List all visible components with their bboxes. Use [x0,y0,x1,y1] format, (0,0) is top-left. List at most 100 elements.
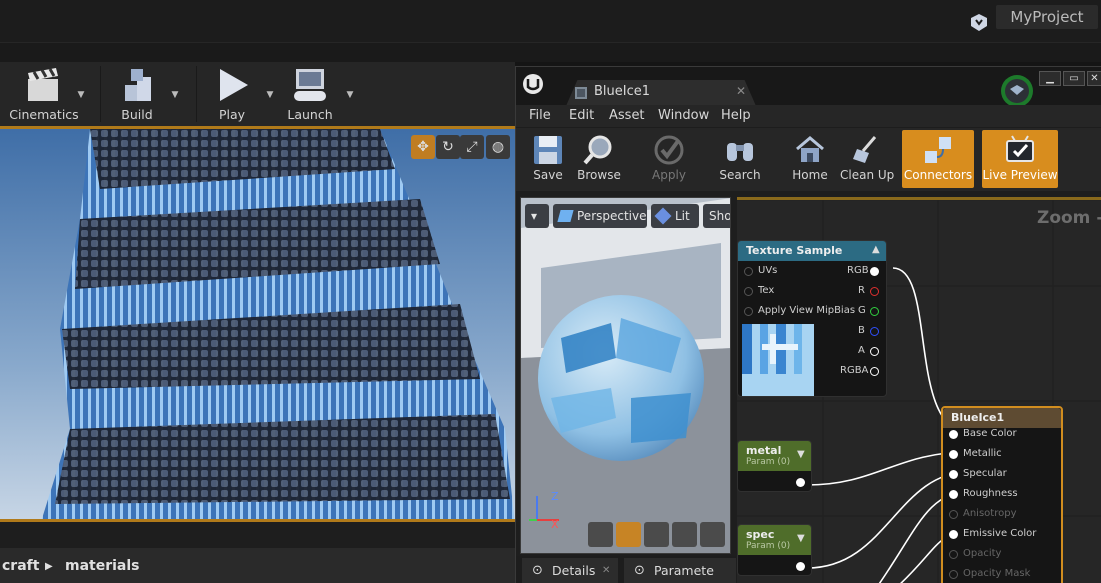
build-label: Build [121,107,153,122]
launch-dropdown-icon[interactable]: ▼ [345,90,355,100]
home-icon [796,136,824,162]
launch-button[interactable]: Launch [282,62,338,126]
menu-asset[interactable]: Asset [609,108,645,123]
binoculars-icon [727,143,753,161]
preview-options-dropdown[interactable]: ▾ [525,204,549,228]
breadcrumb-item[interactable]: craft [2,558,39,574]
lit-button[interactable]: Lit [651,204,699,228]
cinematics-dropdown-icon[interactable]: ▼ [76,90,86,100]
maximize-button[interactable]: ▭ [1063,71,1085,86]
rgba-output-pin[interactable] [870,367,879,376]
broom-icon [853,136,877,163]
unreal-logo-icon[interactable] [968,12,990,34]
r-output-pin[interactable] [870,287,879,296]
specular-pin[interactable] [949,470,958,479]
opacity-pin[interactable] [949,550,958,559]
opacity-mask-pin[interactable] [949,570,958,579]
menu-file[interactable]: File [529,108,551,123]
perspective-button[interactable]: Perspective [553,204,647,228]
metal-param-node[interactable]: metal Param (0) ▼ [737,440,812,492]
browse-button[interactable]: Browse [576,130,622,188]
material-editor-menubar: File Edit Asset Window Help [516,105,1101,127]
a-output-pin[interactable] [870,347,879,356]
save-button[interactable]: Save [528,130,568,188]
preview-cube-button[interactable] [672,522,697,547]
tex-input-pin[interactable] [744,287,753,296]
clean-up-label: Clean Up [840,168,895,182]
apply-label: Apply [652,168,686,182]
tex-input-label: Tex [758,285,775,296]
preview-plane-button[interactable] [644,522,669,547]
close-details-tab-icon[interactable]: ✕ [602,558,610,583]
metal-output-pin[interactable] [796,478,805,487]
material-editor-titlebar: BlueIce1 ✕ ▁ ▭ ✕ [516,67,1101,107]
details-tab[interactable]: ⊙ Details ✕ [522,558,618,583]
collapse-node-icon[interactable]: ▲ [872,244,880,255]
play-dropdown-icon[interactable]: ▼ [265,90,275,100]
spec-output-pin[interactable] [796,562,805,571]
rotate-mode-button[interactable]: ↻ [436,135,460,159]
collapse-node-icon[interactable]: ▼ [797,449,805,460]
breadcrumb-item[interactable]: materials [65,558,140,574]
show-button[interactable]: Sho [703,204,730,228]
mipbias-input-pin[interactable] [744,307,753,316]
live-preview-button[interactable]: Live Preview [982,130,1058,188]
preview-cylinder-button[interactable] [588,522,613,547]
spec-param-node[interactable]: spec Param (0) ▼ [737,524,812,576]
menu-edit[interactable]: Edit [569,108,594,123]
clean-up-button[interactable]: Clean Up [840,130,895,188]
live-preview-label: Live Preview [982,168,1058,182]
search-label: Search [719,168,761,182]
build-dropdown-icon[interactable]: ▼ [170,90,180,100]
emissive-color-pin[interactable] [949,530,958,539]
preview-sphere-button[interactable] [616,522,641,547]
translate-mode-button[interactable]: ✥ [411,135,435,159]
menu-help[interactable]: Help [721,108,751,123]
uvs-input-pin[interactable] [744,267,753,276]
build-button[interactable]: Build [106,62,168,126]
details-tab-label: Details [552,563,596,578]
scale-mode-button[interactable]: ⤢ [460,135,484,159]
metallic-pin[interactable] [949,450,958,459]
source-control-status-icon[interactable] [999,73,1035,109]
main-toolbar: Cinematics ▼ Build ▼ Play ▼ Launch ▼ [0,62,515,126]
collapse-node-icon[interactable]: ▼ [797,533,805,544]
material-graph[interactable]: Zoom -2 Texture Sample ▲ UVs Tex Apply V… [737,197,1101,583]
close-tab-icon[interactable]: ✕ [736,84,746,98]
texture-sample-node[interactable]: Texture Sample ▲ UVs Tex Apply View MipB… [737,240,887,397]
parameters-tab[interactable]: ⊙ Paramete [624,558,736,583]
material-tab[interactable]: BlueIce1 ✕ [566,80,756,106]
world-space-icon[interactable]: ◍ [486,135,510,159]
details-search-icon: ⊙ [532,563,543,578]
level-viewport[interactable]: ✥ ↻ ⤢ ◍ [0,126,515,522]
cinematics-button[interactable]: Cinematics [8,62,80,126]
menu-window[interactable]: Window [658,108,709,123]
minimize-button[interactable]: ▁ [1039,71,1061,86]
parameters-search-icon: ⊙ [634,563,645,578]
texture-thumbnail [742,324,814,396]
material-preview-viewport[interactable]: ▾ Perspective Lit Sho Z X [520,197,731,554]
metallic-label: Metallic [963,448,1002,459]
apply-button[interactable]: Apply [646,130,692,188]
browse-label: Browse [577,168,621,182]
roughness-pin[interactable] [949,490,958,499]
play-button[interactable]: Play [202,62,262,126]
breadcrumb-arrow-icon[interactable]: ▶ [45,561,53,572]
home-button[interactable]: Home [788,130,832,188]
connectors-button[interactable]: Connectors [902,130,974,188]
b-output-label: B [858,325,865,336]
rgb-output-pin[interactable] [870,267,879,276]
b-output-pin[interactable] [870,327,879,336]
close-window-button[interactable]: ✕ [1087,71,1101,86]
anisotropy-pin[interactable] [949,510,958,519]
base-color-pin[interactable] [949,430,958,439]
uvs-input-label: UVs [758,265,778,276]
clapperboard-icon [28,68,58,101]
opacity-label: Opacity [963,548,1002,559]
level-tab-strip [0,42,1101,62]
search-button[interactable]: Search [716,130,764,188]
preview-mesh-button[interactable] [700,522,725,547]
material-result-node[interactable]: BlueIce1 Base Color Metallic Specular Ro… [941,406,1063,583]
tv-icon [1006,135,1034,162]
g-output-pin[interactable] [870,307,879,316]
